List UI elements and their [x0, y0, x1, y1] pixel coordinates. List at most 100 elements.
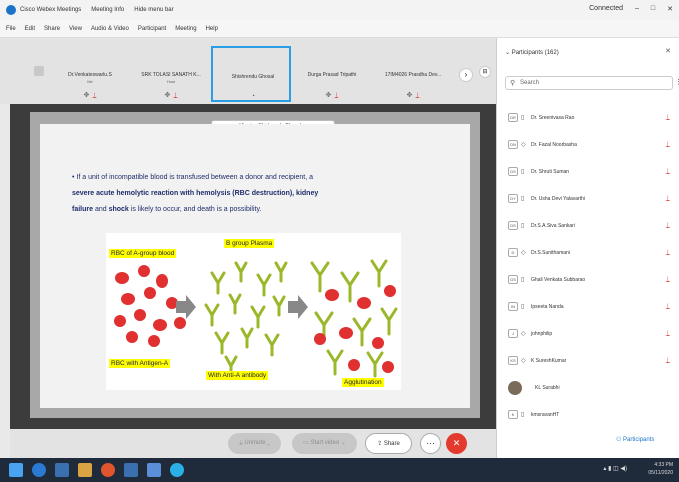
participant-row[interactable]: J ◇ johnphilip ⍊ [497, 320, 679, 347]
tile-name: 17IM4026 Prasdha Dev... [384, 72, 442, 78]
participants-toggle-button[interactable]: ⚇ Participants [616, 436, 654, 443]
participant-row[interactable]: KL Surabhi [497, 374, 679, 401]
agglutination-diagram: RBC of A-group blood B group Plasma RBC … [106, 233, 401, 390]
share-button[interactable]: ⇪ Share [365, 433, 412, 454]
slide: • If a unit of incompatible blood is tra… [40, 124, 470, 408]
meeting-info-button[interactable]: Meeting Info [91, 7, 124, 13]
video-tile[interactable]: 17IM4026 Prasdha Dev... ✥ ⍊ [373, 46, 453, 102]
avatar: DR [508, 113, 518, 122]
device-icon: ◇ [521, 250, 526, 256]
connection-status[interactable]: Connected [589, 5, 623, 13]
avatar: KS [508, 356, 518, 365]
maximize-button[interactable]: □ [651, 5, 655, 13]
participant-row[interactable]: GS ▯ Ghali Venkata Subbarao ⍊ [497, 266, 679, 293]
next-page-button[interactable]: › [459, 68, 473, 82]
slide-line-3: failure and shock is likely to occur, an… [72, 206, 262, 213]
participant-row[interactable]: K ▯ kmsravanHT [497, 401, 679, 428]
menu-view[interactable]: View [69, 26, 82, 32]
grid-view-button[interactable]: ⊟ [479, 66, 491, 78]
participant-name: Dr. Shruti Suman [531, 168, 570, 175]
participants-title[interactable]: ⌄ Participants (162) [505, 49, 559, 56]
app-icon[interactable] [55, 463, 69, 477]
people-icon: ⚇ [616, 437, 624, 443]
device-icon: ▯ [521, 115, 525, 121]
share-icon: ⇪ [377, 441, 384, 447]
slide-text: • If a unit of incompatible blood is tra… [72, 170, 442, 218]
unmute-button[interactable]: ⍊ Unmute ⌄ [228, 433, 281, 454]
chrome-icon[interactable] [101, 463, 115, 477]
tile-name: Dr.Venkateswarlu.S [68, 72, 112, 78]
device-icon: ▯ [521, 169, 525, 175]
mic-muted-icon[interactable]: ⍊ [666, 222, 670, 230]
participant-name: Dr. Usha Devi Yalavarthi [531, 195, 586, 202]
participant-row[interactable]: DR ▯ Dr. Sreenivasa Rao ⍊ [497, 104, 679, 131]
video-tile[interactable]: Durga Prasad Tripathi ✥ ⍊ [292, 46, 372, 102]
app-icon[interactable] [124, 463, 138, 477]
mic-muted-icon[interactable]: ⍊ [666, 114, 670, 122]
participant-name: Dr.S.A.Siva Sankari [531, 222, 575, 229]
menu-help[interactable]: Help [206, 26, 218, 32]
hide-menu-bar-button[interactable]: Hide menu bar [134, 7, 173, 13]
mic-muted-icon[interactable]: ⍊ [666, 168, 670, 176]
layout-icon[interactable] [34, 66, 44, 76]
close-panel-button[interactable]: ✕ [665, 47, 671, 55]
mic-muted-icon[interactable]: ⍊ [666, 141, 670, 149]
mic-muted-icon[interactable]: ⍊ [666, 303, 670, 311]
participant-row[interactable]: DS ▯ Dr.S.A.Siva Sankari ⍊ [497, 212, 679, 239]
minimize-button[interactable]: – [635, 5, 639, 13]
tile-name: SRK TOLASI SANATH K... [141, 72, 201, 78]
mic-muted-icon[interactable]: ⍊ [666, 276, 670, 284]
device-icon: ▯ [521, 277, 525, 283]
search-placeholder: Search [520, 80, 540, 86]
device-icon: ◇ [521, 331, 526, 337]
menu-file[interactable]: File [6, 26, 16, 32]
ie-browser-icon[interactable] [32, 463, 46, 477]
avatar: K [508, 410, 518, 419]
video-tile[interactable]: Dr.Venkateswarlu.S Me ✥ ⍊ [50, 46, 130, 102]
video-tile[interactable]: SRK TOLASI SANATH K... Host ✥ ⍊ [131, 46, 211, 102]
file-explorer-icon[interactable] [78, 463, 92, 477]
sort-icon[interactable]: ⋮ [675, 77, 679, 89]
clock[interactable]: 4:33 PM 05/11/2020 [648, 461, 673, 477]
close-window-button[interactable]: ✕ [667, 5, 673, 13]
participant-row[interactable]: IN ▯ Ipseeta Nanda ⍊ [497, 293, 679, 320]
participants-panel: ⌄ Participants (162) ✕ ⚲ Search ⋮ DR ▯ Dr.… [496, 38, 679, 458]
label-rbc-antigen-a: RBC with Antigen-A [109, 359, 171, 368]
participant-row[interactable]: DN ◇ Dr. Fazal Noorbasha ⍊ [497, 131, 679, 158]
more-options-button[interactable]: ··· [420, 433, 441, 454]
participant-list[interactable]: DR ▯ Dr. Sreenivasa Rao ⍊ DN ◇ Dr. Fazal Noor… [497, 104, 679, 428]
label-agglutination: Agglutination [342, 378, 384, 387]
app-icon[interactable] [147, 463, 161, 477]
search-icon: ⚲ [510, 80, 516, 87]
system-tray-icons[interactable]: ▴ ▮ ◫ ◀) [603, 465, 627, 472]
mic-muted-icon[interactable]: ⍊ [666, 357, 670, 365]
avatar: DS [508, 221, 518, 230]
mic-muted-icon[interactable]: ⍊ [666, 195, 670, 203]
avatar: DY [508, 194, 518, 203]
windows-start-icon[interactable] [9, 463, 23, 477]
participant-name: Dr.S.Sunithamani [531, 249, 570, 256]
video-strip: Dr.Venkateswarlu.S Me ✥ ⍊ SRK TOLASI SANA… [0, 38, 496, 104]
menu-participant[interactable]: Participant [138, 26, 166, 32]
participant-name: johnphilip [531, 330, 553, 337]
video-tile-active[interactable]: Shishrendu Ghosal ◔ [211, 46, 291, 102]
participant-search-input[interactable]: ⚲ Search ⋮ [505, 76, 679, 90]
participant-row[interactable]: DY ▯ Dr. Usha Devi Yalavarthi ⍊ [497, 185, 679, 212]
menu-edit[interactable]: Edit [25, 26, 35, 32]
webex-taskbar-icon[interactable] [170, 463, 184, 477]
participant-name: Ipseeta Nanda [531, 303, 564, 310]
tile-role: Host [166, 79, 176, 84]
label-rbc-a-group: RBC of A-group blood [109, 249, 177, 258]
mic-muted-icon[interactable]: ⍊ [666, 249, 670, 257]
participant-row[interactable]: D ◇ Dr.S.Sunithamani ⍊ [497, 239, 679, 266]
mic-muted-icon[interactable]: ⍊ [666, 330, 670, 338]
menu-audio-video[interactable]: Audio & Video [91, 26, 129, 32]
meeting-controls: ⍊ Unmute ⌄ ▭ Start video ⌄ ⇪ Share ··· ✕ [10, 429, 496, 458]
leave-meeting-button[interactable]: ✕ [446, 433, 467, 454]
avatar: J [508, 329, 518, 338]
menu-meeting[interactable]: Meeting [175, 26, 196, 32]
start-video-button[interactable]: ▭ Start video ⌄ [292, 433, 357, 454]
menu-share[interactable]: Share [44, 26, 60, 32]
participant-row[interactable]: KS ◇ K SureshKumar ⍊ [497, 347, 679, 374]
participant-row[interactable]: DS ▯ Dr. Shruti Suman ⍊ [497, 158, 679, 185]
